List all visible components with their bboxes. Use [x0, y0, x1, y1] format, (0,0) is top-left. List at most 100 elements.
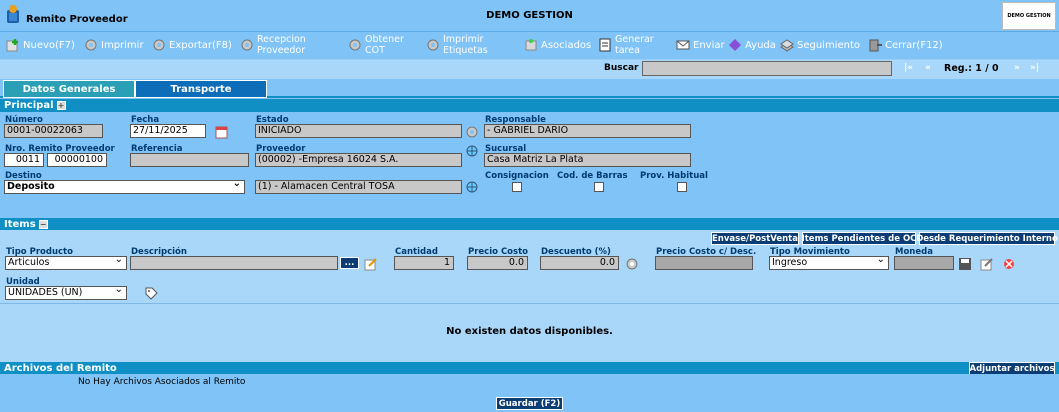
- descripcion-field[interactable]: [130, 256, 338, 270]
- brand-logo: DEMO GESTION: [1002, 2, 1056, 30]
- cerrar-label: Cerrar(F12): [885, 39, 943, 51]
- cantidad-field[interactable]: 1: [394, 256, 454, 270]
- imprimir-label: Imprimir: [101, 39, 144, 51]
- no-data-message: No existen datos disponibles.: [446, 326, 613, 337]
- fecha-field[interactable]: 27/11/2025: [130, 124, 206, 138]
- gear-icon[interactable]: [625, 257, 639, 271]
- imprimir-button[interactable]: Imprimir: [84, 32, 144, 58]
- generar-tarea-button[interactable]: Generar tarea: [598, 32, 654, 58]
- nav-next-button[interactable]: »: [1014, 63, 1020, 73]
- divider: [0, 303, 1059, 304]
- exportar-label: Exportar(F8): [169, 39, 232, 51]
- calendar-icon[interactable]: [215, 125, 229, 139]
- globe-icon[interactable]: [465, 144, 479, 158]
- tab-transporte[interactable]: Transporte: [135, 80, 267, 98]
- destino-select[interactable]: Deposito: [4, 180, 245, 194]
- new-icon: [6, 39, 18, 52]
- record-counter: Reg.: 1 / 0: [944, 63, 999, 74]
- nuevo-button[interactable]: Nuevo(F7): [6, 32, 75, 58]
- numero-field: 0001-00022063: [4, 124, 103, 138]
- consignacion-checkbox[interactable]: [512, 182, 522, 192]
- envelope-icon: [676, 40, 690, 50]
- envase-postventa-button[interactable]: Envase/PostVenta: [711, 232, 799, 245]
- principal-section-header: Principal +: [0, 99, 1059, 112]
- gear-icon: [427, 39, 439, 51]
- precio-costo-field[interactable]: 0.0: [467, 256, 528, 270]
- items-pendientes-oc-button[interactable]: Items Pendientes de OC: [802, 232, 916, 245]
- gear-icon[interactable]: [465, 125, 479, 139]
- imprimir-etiquetas-button[interactable]: Imprimir Etiquetas: [426, 32, 488, 58]
- recepcion-proveedor-button[interactable]: Recepcion Proveedor: [240, 32, 306, 58]
- cod-barras-checkbox[interactable]: [594, 182, 604, 192]
- cerrar-button[interactable]: Cerrar(F12): [868, 32, 943, 58]
- obtener-cot-button[interactable]: Obtener COT: [348, 32, 404, 58]
- gear-icon: [349, 39, 361, 51]
- delete-icon[interactable]: [1002, 257, 1016, 271]
- prov-habitual-checkbox[interactable]: [677, 182, 687, 192]
- imprimir-et-label-1: Imprimir: [443, 34, 484, 45]
- unidad-select[interactable]: UNIDADES (UN): [5, 286, 127, 300]
- globe-icon[interactable]: [465, 180, 479, 194]
- search-bar: [0, 59, 1059, 79]
- gear-icon: [241, 39, 253, 51]
- search-input[interactable]: [642, 61, 892, 76]
- obtener-label-1: Obtener: [365, 34, 404, 45]
- nuevo-label: Nuevo(F7): [23, 39, 75, 51]
- imprimir-et-label-2: Etiquetas: [443, 45, 488, 56]
- nro-remito-numero-field[interactable]: 00000100: [47, 153, 107, 167]
- puzzle-icon: [525, 39, 537, 51]
- tab-datos-generales[interactable]: Datos Generales: [3, 80, 135, 98]
- estado-field: INICIADO: [255, 124, 462, 138]
- archivos-title: Archivos del Remito: [4, 363, 117, 374]
- gear-icon: [85, 39, 97, 51]
- seguimiento-label: Seguimiento: [797, 39, 861, 51]
- toolbar: Nuevo(F7) Imprimir Exportar(F8) Recepcio…: [0, 32, 1059, 58]
- tag-icon[interactable]: [144, 286, 158, 300]
- generar-label-1: Generar: [615, 34, 654, 45]
- stack-icon: [780, 39, 794, 52]
- cod-barras-label: Cod. de Barras: [557, 171, 628, 181]
- descripcion-search-button[interactable]: ...: [340, 257, 359, 269]
- enviar-label: Enviar: [693, 39, 725, 51]
- nav-last-button[interactable]: »|: [1030, 63, 1039, 73]
- deposito-field: (1) - Alamacen Central TOSA: [255, 180, 462, 194]
- edit-icon[interactable]: [364, 257, 378, 271]
- no-archivos-message: No Hay Archivos Asociados al Remito: [78, 377, 246, 387]
- asociados-label: Asociados: [541, 39, 592, 51]
- asociados-button[interactable]: Asociados: [524, 32, 591, 58]
- generar-label-2: tarea: [615, 45, 640, 56]
- moneda-field: [894, 256, 954, 270]
- nav-first-button[interactable]: |«: [904, 63, 913, 73]
- save-icon[interactable]: [958, 257, 972, 271]
- tipo-movimiento-select[interactable]: Ingreso: [769, 256, 889, 270]
- precio-desc-field: [655, 256, 753, 270]
- guardar-button[interactable]: Guardar (F2): [496, 397, 563, 410]
- nav-prev-button[interactable]: «: [925, 63, 931, 73]
- exportar-button[interactable]: Exportar(F8): [152, 32, 232, 58]
- search-label: Buscar: [604, 63, 639, 73]
- seguimiento-button[interactable]: Seguimiento: [780, 32, 860, 58]
- company-name: DEMO GESTION: [486, 10, 573, 21]
- prov-habitual-label: Prov. Habitual: [640, 171, 708, 181]
- enviar-button[interactable]: Enviar: [676, 32, 725, 58]
- desde-requerimiento-button[interactable]: Desde Requerimiento Interno: [916, 232, 1058, 245]
- sucursal-field: Casa Matriz La Plata: [484, 153, 691, 167]
- obtener-label-2: COT: [365, 45, 385, 56]
- responsable-field: - GABRIEL DARIO: [484, 124, 691, 138]
- expand-icon[interactable]: +: [56, 101, 66, 110]
- proveedor-field[interactable]: (00002) -Empresa 16024 S.A.: [255, 153, 462, 167]
- collapse-icon[interactable]: −: [38, 220, 48, 229]
- items-title: Items: [4, 219, 36, 230]
- task-icon: [599, 38, 611, 52]
- ayuda-button[interactable]: Ayuda: [728, 32, 776, 58]
- referencia-field[interactable]: [130, 153, 249, 167]
- consignacion-label: Consignacion: [485, 171, 549, 181]
- edit-icon[interactable]: [980, 257, 994, 271]
- principal-title: Principal: [4, 100, 54, 111]
- descuento-field[interactable]: 0.0: [540, 256, 619, 270]
- recepcion-label-1: Recepcion: [257, 34, 306, 45]
- exit-icon: [869, 39, 882, 52]
- tipo-producto-select[interactable]: Articulos: [5, 256, 127, 270]
- gear-icon: [153, 39, 165, 51]
- nro-remito-punto-field[interactable]: 0011: [4, 153, 44, 167]
